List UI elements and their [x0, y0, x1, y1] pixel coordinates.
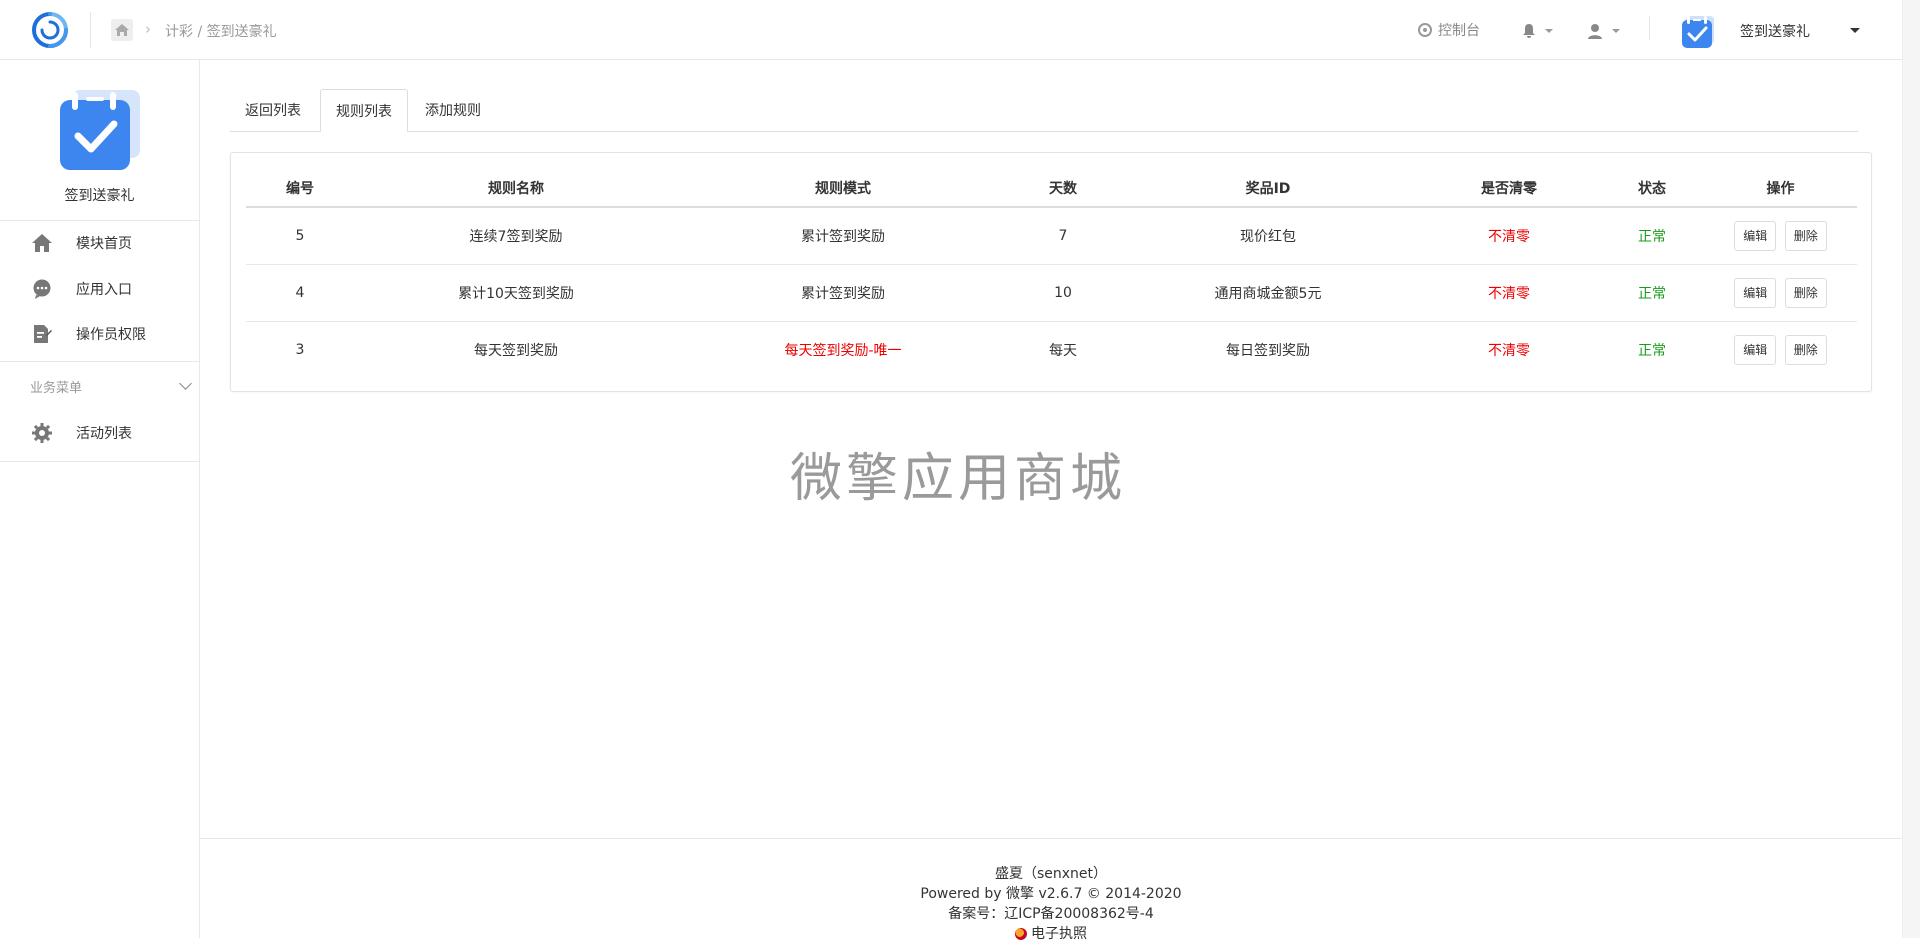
gear-icon [30, 421, 54, 445]
sidebar: 签到送豪礼 模块首页 应用入口 操作员权限 业务菜单 活动列表 [0, 60, 200, 938]
cell-id: 5 [246, 207, 354, 265]
footer: 盛夏（senxnet） Powered by 微擎 v2.6.7 © 2014-… [200, 838, 1902, 942]
top-bar: › 计彩 / 签到送豪礼 控制台 签到送豪礼 [0, 0, 1902, 60]
delete-button[interactable]: 删除 [1784, 278, 1827, 308]
caret-down-icon [1612, 28, 1621, 33]
divider [90, 12, 91, 48]
cell-status: 正常 [1600, 264, 1704, 322]
divider [0, 461, 199, 462]
cell-days: 每天 [1049, 343, 1077, 359]
tab-back-to-list[interactable]: 返回列表 [230, 89, 316, 131]
cell-rule-mode: 每天签到奖励-唯一 [784, 343, 902, 359]
cell-status: 正常 [1600, 207, 1704, 265]
table-header-row: 编号 规则名称 规则模式 天数 奖品ID 是否清零 状态 操作 [246, 169, 1857, 208]
console-label: 控制台 [1438, 23, 1480, 39]
cell-id: 4 [246, 264, 354, 322]
brand-logo-icon[interactable] [28, 10, 72, 50]
edit-button[interactable]: 编辑 [1734, 278, 1777, 308]
chevron-right-icon: › [145, 20, 151, 38]
console-link[interactable]: 控制台 [1418, 20, 1480, 40]
cell-reset: 不清零 [1418, 264, 1600, 322]
tab-label: 添加规则 [425, 103, 481, 119]
cell-id: 3 [295, 342, 305, 358]
rules-panel: 编号 规则名称 规则模式 天数 奖品ID 是否清零 状态 操作 5 连续7签到奖… [230, 152, 1872, 392]
cell-reset: 不清零 [1418, 207, 1600, 265]
sidebar-item-activity-list[interactable]: 活动列表 [0, 411, 199, 455]
column-header-rule-mode: 规则模式 [678, 169, 1008, 208]
tab-bar: 返回列表 规则列表 添加规则 [230, 89, 1858, 132]
column-header-actions: 操作 [1704, 169, 1857, 208]
cell-prize: 通用商城金额5元 [1118, 264, 1418, 322]
divider [0, 361, 199, 362]
sidebar-item-label: 应用入口 [76, 282, 132, 298]
sidebar-item-app-entry[interactable]: 应用入口 [0, 267, 199, 311]
cell-prize: 现价红包 [1118, 207, 1418, 265]
rules-table: 编号 规则名称 规则模式 天数 奖品ID 是否清零 状态 操作 5 连续7签到奖… [246, 169, 1857, 378]
cell-actions: 编辑 删除 [1704, 322, 1857, 379]
current-app-name[interactable]: 签到送豪礼 [1740, 21, 1810, 41]
table-row: 3 每天签到奖励 每天签到奖励-唯一 每天 每日签到奖励 不清零 正常 编辑 删… [246, 322, 1857, 379]
home-icon[interactable] [111, 19, 133, 41]
divider [1649, 16, 1650, 40]
cell-days: 7 [1008, 207, 1118, 265]
bell-icon [1523, 23, 1535, 38]
user-menu[interactable] [1587, 20, 1621, 39]
tab-label: 返回列表 [245, 103, 301, 119]
cell-rule-mode: 累计签到奖励 [678, 264, 1008, 322]
chevron-down-icon [179, 377, 192, 390]
sidebar-item-operator-permissions[interactable]: 操作员权限 [0, 312, 199, 356]
sidebar-item-label: 模块首页 [76, 236, 132, 252]
edit-button[interactable]: 编辑 [1734, 221, 1777, 251]
edit-button[interactable]: 编辑 [1734, 335, 1777, 365]
delete-button[interactable]: 删除 [1784, 335, 1827, 365]
column-header-days: 天数 [1008, 169, 1118, 208]
sidebar-group-label: 业务菜单 [30, 381, 83, 396]
sidebar-app-name: 签到送豪礼 [64, 188, 135, 204]
column-header-status: 状态 [1600, 169, 1704, 208]
tab-label: 规则列表 [336, 103, 392, 120]
caret-down-icon [1545, 28, 1554, 33]
column-header-rule-name: 规则名称 [354, 169, 678, 208]
tab-add-rule[interactable]: 添加规则 [410, 89, 496, 131]
user-icon [1588, 23, 1602, 39]
dashboard-icon [1418, 23, 1432, 37]
sidebar-item-module-home[interactable]: 模块首页 [0, 221, 199, 265]
cell-prize: 每日签到奖励 [1226, 343, 1310, 359]
cell-rule-name: 连续7签到奖励 [354, 207, 678, 265]
sidebar-item-label: 操作员权限 [76, 327, 146, 343]
footer-company: 盛夏（senxnet） [994, 866, 1108, 882]
document-edit-icon [30, 322, 54, 346]
cell-actions: 编辑 删除 [1704, 264, 1857, 322]
notification-menu[interactable] [1522, 20, 1554, 39]
sidebar-group-business-menu[interactable]: 业务菜单 [30, 377, 192, 396]
table-row: 5 连续7签到奖励 累计签到奖励 7 现价红包 不清零 正常 编辑 删除 [246, 207, 1857, 265]
cell-rule-mode: 累计签到奖励 [678, 207, 1008, 265]
delete-button[interactable]: 删除 [1784, 221, 1827, 251]
column-header-id: 编号 [246, 169, 354, 208]
column-header-prize-id: 奖品ID [1118, 169, 1418, 208]
footer-license[interactable]: 电子执照 [200, 923, 1902, 943]
cell-actions: 编辑 删除 [1704, 207, 1857, 265]
watermark-text: 微擎应用商城 [790, 449, 1127, 509]
sidebar-item-label: 活动列表 [76, 426, 132, 442]
cell-rule-name: 每天签到奖励 [474, 343, 558, 359]
footer-license-label: 电子执照 [1031, 926, 1087, 942]
scrollbar[interactable] [1902, 0, 1920, 938]
cell-days: 10 [1008, 264, 1118, 322]
cell-status: 正常 [1638, 343, 1666, 359]
caret-down-icon[interactable] [1850, 28, 1860, 33]
cell-rule-name: 累计10天签到奖励 [354, 264, 678, 322]
app-calendar-icon [60, 90, 140, 170]
column-header-reset: 是否清零 [1418, 169, 1600, 208]
tab-rule-list[interactable]: 规则列表 [320, 89, 408, 132]
table-row: 4 累计10天签到奖励 累计签到奖励 10 通用商城金额5元 不清零 正常 编辑… [246, 264, 1857, 322]
app-calendar-icon[interactable] [1680, 12, 1718, 50]
license-badge-icon [1015, 928, 1027, 940]
footer-powered-by[interactable]: Powered by 微擎 v2.6.7 © 2014-2020 [200, 883, 1902, 903]
chat-bubble-icon [30, 277, 54, 301]
breadcrumb[interactable]: 计彩 / 签到送豪礼 [165, 21, 277, 41]
cell-reset: 不清零 [1488, 343, 1530, 359]
home-icon [30, 231, 54, 255]
footer-icp[interactable]: 备案号：辽ICP备20008362号-4 [200, 903, 1902, 923]
